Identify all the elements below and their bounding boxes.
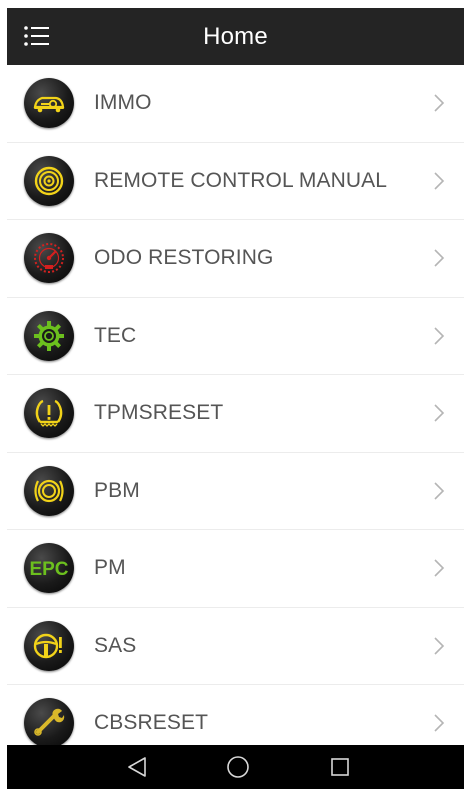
menu-icon[interactable] [21, 21, 53, 51]
home-icon[interactable] [225, 755, 251, 779]
wrench-service-icon [24, 698, 74, 745]
list-item-tec[interactable]: TEC [7, 298, 464, 375]
gear-icon [24, 310, 74, 361]
steering-warning-icon [24, 620, 74, 671]
list-item-label: CBSRESET [94, 711, 208, 735]
list-item-sas[interactable]: SAS [7, 608, 464, 685]
recent-apps-icon[interactable] [327, 755, 353, 779]
tire-pressure-warning-icon [24, 388, 74, 439]
app-screen: Home IMMO REMOTE CONTROL MANUAL ODO REST… [0, 0, 464, 789]
list-item-cbsreset[interactable]: CBSRESET [7, 685, 464, 745]
list-item-tpmsreset[interactable]: TPMSRESET [7, 375, 464, 453]
back-icon[interactable] [124, 755, 150, 779]
list-item-odo-restoring[interactable]: ODO RESTORING [7, 220, 464, 298]
list-item-label: REMOTE CONTROL MANUAL [94, 168, 388, 192]
chevron-right-icon [432, 92, 446, 114]
list-item-label: IMMO [94, 91, 152, 115]
epc-icon-text: EPC [29, 559, 68, 580]
list-item-pbm[interactable]: PBM [7, 453, 464, 530]
chevron-right-icon [432, 247, 446, 269]
list-item-label: PM [94, 556, 126, 580]
system-navigation-bar [7, 745, 464, 789]
function-list: IMMO REMOTE CONTROL MANUAL ODO RESTORING… [7, 65, 464, 745]
chevron-right-icon [432, 635, 446, 657]
list-item-label: PBM [94, 478, 140, 502]
chevron-right-icon [432, 557, 446, 579]
app-header: Home [7, 8, 464, 65]
list-item-pm[interactable]: EPC PM [7, 530, 464, 608]
list-item-label: TEC [94, 323, 137, 347]
chevron-right-icon [432, 170, 446, 192]
brake-disc-icon [24, 465, 74, 516]
epc-icon: EPC [24, 543, 74, 594]
chevron-right-icon [432, 712, 446, 734]
list-item-immo[interactable]: IMMO [7, 65, 464, 143]
list-item-label: ODO RESTORING [94, 246, 274, 270]
chevron-right-icon [432, 325, 446, 347]
list-item-label: SAS [94, 633, 137, 657]
list-item-label: TPMSRESET [94, 401, 224, 425]
car-key-icon [24, 78, 74, 129]
page-title: Home [203, 22, 268, 50]
odometer-icon [24, 233, 74, 284]
chevron-right-icon [432, 402, 446, 424]
remote-target-icon [24, 155, 74, 206]
chevron-right-icon [432, 480, 446, 502]
status-strip [0, 0, 464, 8]
list-item-remote-control-manual[interactable]: REMOTE CONTROL MANUAL [7, 143, 464, 220]
